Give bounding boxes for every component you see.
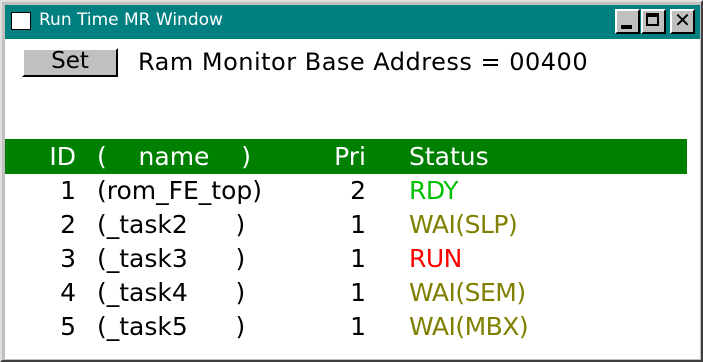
row-id: 1 bbox=[60, 176, 76, 205]
row-status: WAI(SLP) bbox=[409, 210, 518, 239]
row-name: (_task4 ) bbox=[97, 278, 246, 307]
window-title: Run Time MR Window bbox=[39, 10, 223, 30]
row-pri: 1 bbox=[350, 278, 366, 307]
row-pri: 1 bbox=[350, 244, 366, 273]
base-address-label: Ram Monitor Base Address = 00400 bbox=[138, 48, 589, 76]
row-status: WAI(MBX) bbox=[409, 312, 529, 341]
run-time-mr-window: Run Time MR Window ✕ Set Ram Monitor Bas… bbox=[0, 0, 703, 362]
header-name: ( name ) bbox=[97, 142, 251, 171]
minimize-button[interactable] bbox=[615, 9, 640, 34]
row-id: 5 bbox=[60, 312, 76, 341]
row-id: 3 bbox=[60, 244, 76, 273]
table-row[interactable]: 1 (rom_FE_top) 2 RDY bbox=[5, 174, 687, 208]
row-status: RUN bbox=[409, 244, 462, 273]
title-bar[interactable]: Run Time MR Window ✕ bbox=[5, 5, 700, 39]
maximize-icon bbox=[646, 13, 659, 26]
header-status: Status bbox=[409, 142, 489, 171]
row-status: WAI(SEM) bbox=[409, 278, 526, 307]
maximize-button[interactable] bbox=[641, 9, 666, 34]
minimize-icon bbox=[621, 25, 632, 29]
window-icon[interactable] bbox=[11, 12, 31, 30]
row-name: (rom_FE_top) bbox=[97, 176, 263, 205]
row-status: RDY bbox=[409, 176, 459, 205]
close-button[interactable]: ✕ bbox=[670, 8, 695, 34]
table-row[interactable]: 3 (_task3 ) 1 RUN bbox=[5, 242, 687, 276]
table-row[interactable]: 2 (_task2 ) 1 WAI(SLP) bbox=[5, 208, 687, 242]
row-pri: 2 bbox=[350, 176, 366, 205]
table-row[interactable]: 4 (_task4 ) 1 WAI(SEM) bbox=[5, 276, 687, 310]
header-pri: Pri bbox=[334, 142, 366, 171]
toolbar: Set Ram Monitor Base Address = 00400 bbox=[5, 39, 700, 85]
row-name: (_task2 ) bbox=[97, 210, 246, 239]
table-row[interactable]: 5 (_task5 ) 1 WAI(MBX) bbox=[5, 310, 687, 344]
row-name: (_task5 ) bbox=[97, 312, 246, 341]
row-pri: 1 bbox=[350, 210, 366, 239]
set-button[interactable]: Set bbox=[22, 48, 118, 77]
close-icon: ✕ bbox=[674, 8, 691, 32]
row-name: (_task3 ) bbox=[97, 244, 246, 273]
row-pri: 1 bbox=[350, 312, 366, 341]
client-area: Set Ram Monitor Base Address = 00400 ID … bbox=[5, 39, 700, 359]
row-id: 4 bbox=[60, 278, 76, 307]
table-header: ID ( name ) Pri Status bbox=[5, 139, 687, 174]
header-id: ID bbox=[49, 142, 76, 171]
row-id: 2 bbox=[60, 210, 76, 239]
